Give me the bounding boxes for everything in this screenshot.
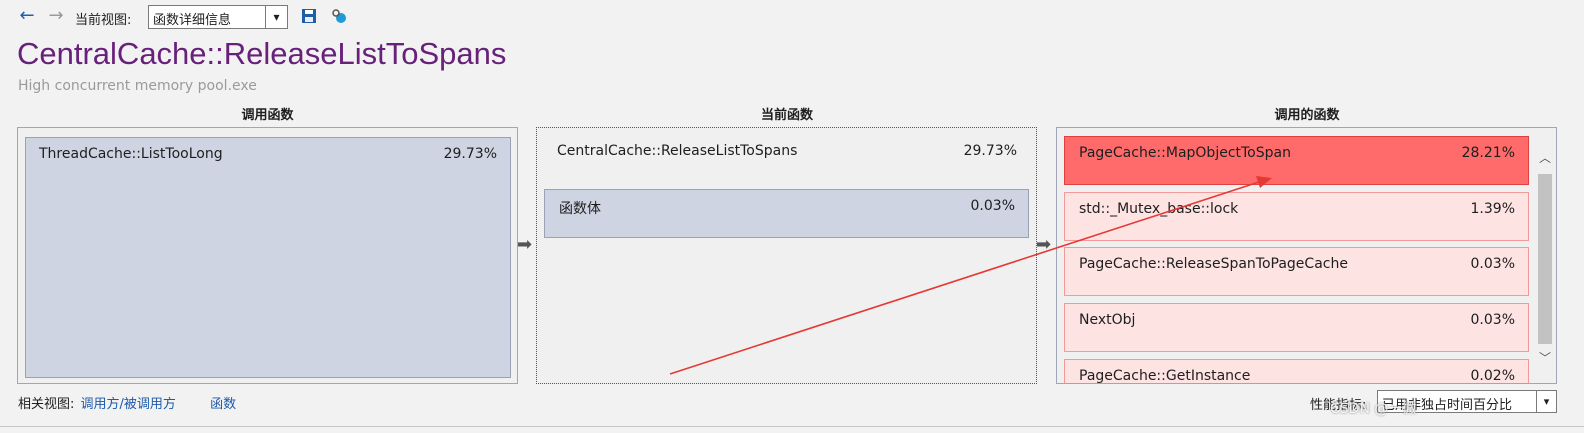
annotation-arrow-icon bbox=[669, 176, 1272, 375]
